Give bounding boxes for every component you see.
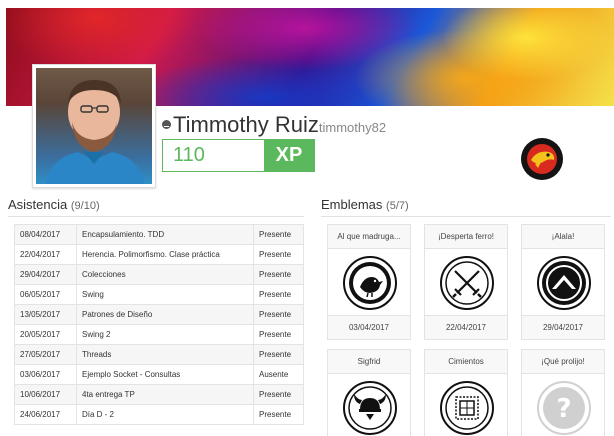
profile-avatar[interactable] — [32, 64, 156, 188]
attendance-topic: Swing 2 — [76, 324, 254, 345]
svg-text:?: ? — [556, 394, 571, 424]
table-row: 29/04/2017 Colecciones Presente — [14, 264, 304, 285]
badge-card[interactable]: ¡Alala! 29/04/2017 — [521, 224, 605, 340]
crossed-swords-icon — [440, 256, 494, 310]
badge-title: Cimientos — [425, 350, 507, 374]
attendance-heading: Asistencia (9/10) — [8, 197, 304, 217]
profile-name: Timmothy Ruiz — [173, 112, 319, 137]
attendance-topic: Ejemplo Socket - Consultas — [76, 364, 254, 385]
xp-value: 110 — [173, 144, 205, 166]
attendance-status: Presente — [253, 244, 304, 265]
attendance-date: 06/05/2017 — [14, 284, 77, 305]
team-logo-icon[interactable] — [521, 138, 563, 180]
attendance-topic: Colecciones — [76, 264, 254, 285]
attendance-topic: Patrones de Diseño — [76, 304, 254, 325]
table-row: 22/04/2017 Herencia. Polimorfismo. Clase … — [14, 244, 304, 265]
attendance-date: 29/04/2017 — [14, 264, 77, 285]
badges-title: Emblemas — [321, 197, 383, 212]
table-row: 10/06/2017 4ta entrega TP Presente — [14, 384, 304, 405]
attendance-status: Ausente — [253, 364, 304, 385]
attendance-table: 08/04/2017 Encapsulamiento. TDD Presente 2… — [14, 224, 304, 425]
attendance-date: 13/05/2017 — [14, 304, 77, 325]
badge-card[interactable]: Sigfrid — [327, 349, 411, 436]
table-row: 20/05/2017 Swing 2 Presente — [14, 324, 304, 345]
badge-card[interactable]: ¡Desperta ferro! 22/04/2017 — [424, 224, 508, 340]
attendance-status: Presente — [253, 224, 304, 245]
badge-title: Sigfrid — [328, 350, 410, 374]
spartan-shield-icon — [537, 256, 591, 310]
attendance-status: Presente — [253, 304, 304, 325]
attendance-topic: Threads — [76, 344, 254, 365]
table-row: 08/04/2017 Encapsulamiento. TDD Presente — [14, 224, 304, 245]
blueprint-icon — [440, 381, 494, 435]
profile-username: timmothy82 — [318, 120, 387, 135]
badges-count: (5/7) — [386, 200, 409, 212]
xp-counter: 110 XP — [162, 139, 315, 172]
badge-title: Al que madruga... — [328, 225, 410, 249]
attendance-topic: Herencia. Polimorfismo. Clase práctica — [76, 244, 254, 265]
attendance-status: Presente — [253, 344, 304, 365]
attendance-status: Presente — [253, 284, 304, 305]
badges-heading: Emblemas (5/7) — [321, 197, 611, 217]
online-status-icon — [162, 120, 171, 129]
attendance-topic: Encapsulamiento. TDD — [76, 224, 254, 245]
viking-helmet-icon — [343, 381, 397, 435]
badge-date: 22/04/2017 — [425, 315, 507, 339]
table-row: 03/06/2017 Ejemplo Socket - Consultas Ause… — [14, 364, 304, 385]
badge-title: ¡Qué prolijo! — [522, 350, 604, 374]
attendance-status: Presente — [253, 324, 304, 345]
attendance-topic: Día D - 2 — [76, 404, 254, 425]
attendance-date: 20/05/2017 — [14, 324, 77, 345]
badge-title: ¡Desperta ferro! — [425, 225, 507, 249]
attendance-status: Presente — [253, 404, 304, 425]
badge-date: 29/04/2017 — [522, 315, 604, 339]
question-mark-icon: ? — [537, 381, 591, 435]
table-row: 24/06/2017 Día D - 2 Presente — [14, 404, 304, 425]
attendance-date: 24/06/2017 — [14, 404, 77, 425]
xp-label: XP — [264, 140, 314, 171]
badge-date: 03/04/2017 — [328, 315, 410, 339]
attendance-title: Asistencia — [8, 197, 68, 212]
badge-card[interactable]: ¡Qué prolijo! ? — [521, 349, 605, 436]
profile-name-row: Timmothy Ruiztimmothy82 — [162, 112, 386, 138]
badge-card[interactable]: Cimientos — [424, 349, 508, 436]
attendance-topic: 4ta entrega TP — [76, 384, 254, 405]
attendance-date: 08/04/2017 — [14, 224, 77, 245]
attendance-date: 10/06/2017 — [14, 384, 77, 405]
badge-card[interactable]: Al que madruga... 03/04/2017 — [327, 224, 411, 340]
table-row: 13/05/2017 Patrones de Diseño Presente — [14, 304, 304, 325]
table-row: 06/05/2017 Swing Presente — [14, 284, 304, 305]
badge-title: ¡Alala! — [522, 225, 604, 249]
attendance-count: (9/10) — [70, 200, 100, 212]
avatar-photo — [46, 80, 144, 184]
attendance-date: 27/05/2017 — [14, 344, 77, 365]
attendance-topic: Swing — [76, 284, 254, 305]
attendance-date: 03/06/2017 — [14, 364, 77, 385]
attendance-status: Presente — [253, 264, 304, 285]
bird-icon — [343, 256, 397, 310]
attendance-date: 22/04/2017 — [14, 244, 77, 265]
attendance-status: Presente — [253, 384, 304, 405]
table-row: 27/05/2017 Threads Presente — [14, 344, 304, 365]
